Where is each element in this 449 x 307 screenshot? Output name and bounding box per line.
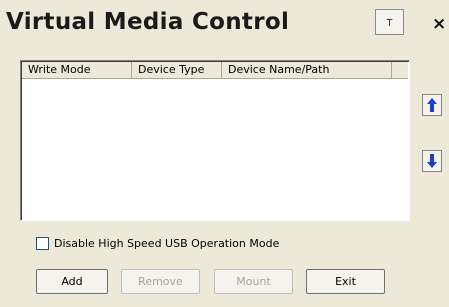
close-button[interactable]: × [432,13,449,35]
mount-button[interactable]: Mount [214,269,293,294]
move-up-button[interactable] [422,94,442,116]
device-list[interactable]: Write Mode Device Type Device Name/Path [20,60,410,221]
up-arrow-icon [427,98,437,112]
window-title: Virtual Media Control [6,9,290,35]
close-icon: × [432,14,447,34]
title-bar: Virtual Media Control ⊤ × [0,0,449,46]
column-device-type[interactable]: Device Type [132,62,222,79]
disable-usb-label: Disable High Speed USB Operation Mode [54,236,280,250]
column-device-name-path[interactable]: Device Name/Path [222,62,392,79]
column-filler [392,62,408,79]
disable-usb-checkbox[interactable] [36,236,49,250]
pin-icon: ⊤ [386,15,393,29]
column-write-mode[interactable]: Write Mode [22,62,132,79]
down-arrow-icon [427,154,437,168]
add-button[interactable]: Add [36,269,108,294]
pin-button[interactable]: ⊤ [375,9,404,35]
disable-usb-option[interactable]: Disable High Speed USB Operation Mode [36,236,279,250]
remove-button[interactable]: Remove [121,269,200,294]
exit-button[interactable]: Exit [306,269,385,294]
list-header: Write Mode Device Type Device Name/Path [22,62,408,79]
move-down-button[interactable] [422,150,442,172]
